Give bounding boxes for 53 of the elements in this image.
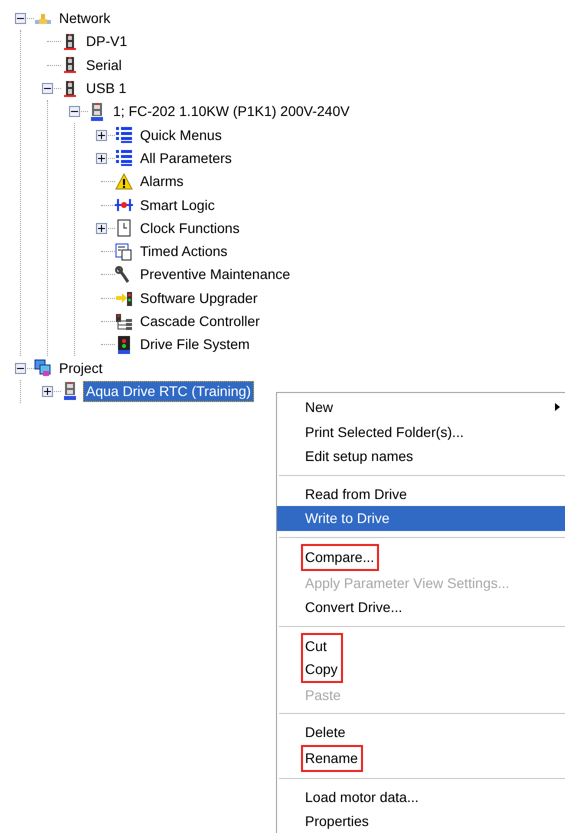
tree-item[interactable]: Network	[56, 8, 114, 30]
menu-item[interactable]: Copy	[305, 658, 338, 680]
tree-item[interactable]: Timed Actions	[137, 241, 230, 262]
submenu-arrow-icon	[555, 403, 560, 411]
tree-item[interactable]: Preventive Maintenance	[137, 264, 294, 286]
menu-item[interactable]: Write to Drive	[277, 506, 565, 530]
drive-icon	[61, 382, 79, 400]
file-system-icon	[115, 336, 133, 354]
device-icon	[61, 32, 79, 51]
expand-toggle[interactable]	[96, 130, 107, 141]
tree-item[interactable]: 1; FC-202 1.10KW (P1K1) 200V-240V	[110, 101, 353, 122]
warning-icon	[115, 172, 133, 191]
drive-icon	[88, 102, 106, 121]
menu-item[interactable]: New	[277, 395, 565, 420]
list-icon	[115, 126, 133, 144]
menu-item[interactable]: Cut	[305, 634, 338, 658]
expand-toggle[interactable]	[42, 386, 53, 397]
project-icon	[34, 359, 52, 378]
menu-item[interactable]: Print Selected Folder(s)...	[277, 420, 565, 444]
menu-item[interactable]: Properties	[277, 809, 565, 833]
arrow-icon	[115, 289, 133, 308]
tree-item[interactable]: Clock Functions	[137, 218, 243, 239]
menu-item[interactable]: Compare...	[305, 546, 374, 568]
tree-item[interactable]: All Parameters	[137, 148, 235, 169]
clock-icon	[115, 219, 133, 238]
expand-toggle[interactable]	[96, 222, 107, 234]
tree-item[interactable]: Cascade Controller	[137, 311, 263, 332]
device-icon	[61, 80, 79, 98]
tree-item[interactable]: USB 1	[83, 78, 130, 100]
collapse-toggle[interactable]	[15, 362, 26, 374]
menu-item[interactable]: Read from Drive	[277, 482, 565, 506]
tree-item[interactable]: Smart Logic	[137, 194, 218, 216]
collapse-toggle[interactable]	[15, 13, 26, 24]
list-icon	[115, 149, 133, 168]
device-icon	[61, 56, 79, 74]
menu-item[interactable]: Load motor data...	[277, 784, 565, 809]
tree-item[interactable]: DP-V1	[83, 31, 130, 52]
timer-icon	[115, 242, 133, 261]
collapse-toggle[interactable]	[69, 106, 80, 118]
menu-item[interactable]: Delete	[277, 720, 565, 744]
tree-item[interactable]: Aqua Drive RTC (Training)	[83, 380, 254, 402]
menu-item[interactable]: Convert Drive...	[277, 595, 565, 620]
expand-toggle[interactable]	[96, 152, 107, 164]
tree-item[interactable]: Software Upgrader	[137, 288, 261, 309]
tree-item[interactable]: Serial	[83, 54, 125, 76]
cascade-icon	[115, 312, 133, 330]
tree-item[interactable]: Quick Menus	[137, 124, 225, 146]
menu-item[interactable]: Edit setup names	[277, 444, 565, 468]
tree-item[interactable]: Drive File System	[137, 334, 253, 356]
tree-item[interactable]: Alarms	[137, 171, 187, 192]
tree-item[interactable]: Project	[56, 358, 106, 379]
collapse-toggle[interactable]	[42, 83, 53, 94]
menu-item[interactable]: Rename	[305, 746, 358, 770]
